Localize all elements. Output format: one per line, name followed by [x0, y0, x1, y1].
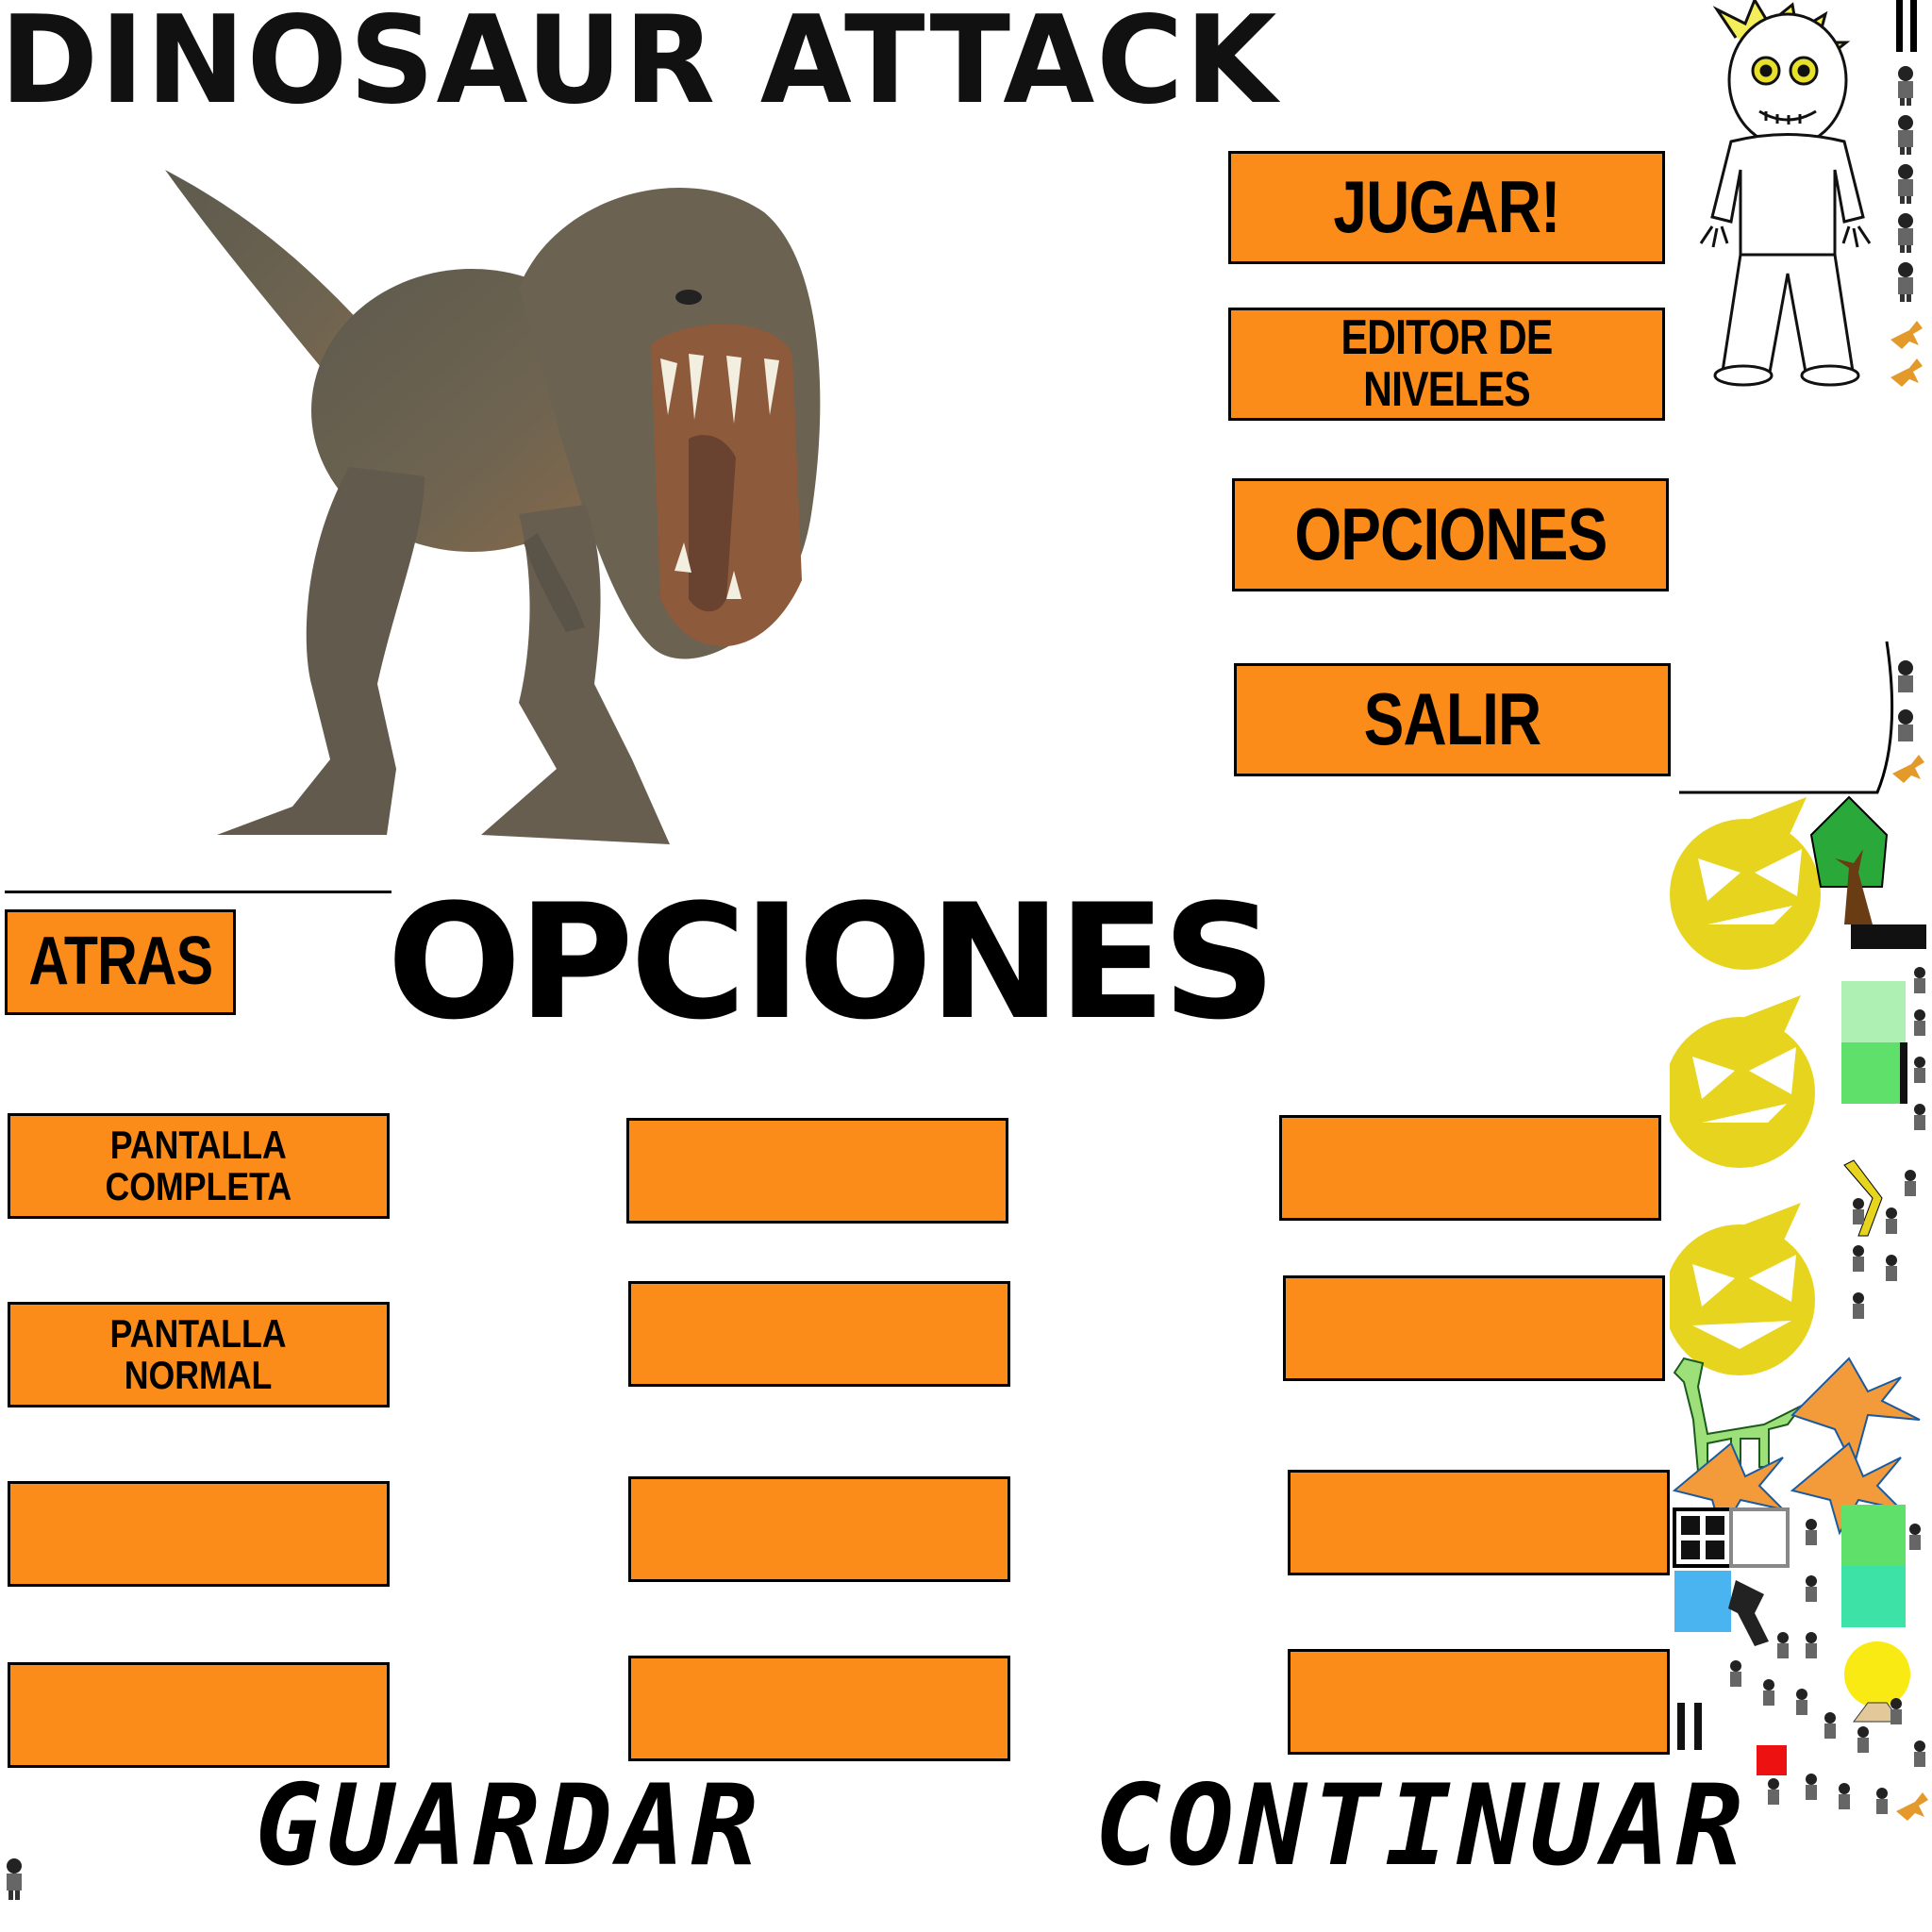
exit-button-label: SALIR — [1363, 677, 1542, 761]
pause-icon — [1910, 0, 1917, 52]
normal-line1: PANTALLA — [109, 1310, 288, 1356]
option-slot-button[interactable] — [1288, 1470, 1670, 1575]
level-editor-button[interactable]: EDITOR DE NIVELES — [1228, 308, 1665, 421]
play-button-label: JUGAR! — [1333, 165, 1560, 249]
normal-screen-button[interactable]: PANTALLA NORMAL — [8, 1302, 390, 1407]
game-title: DINOSAUR ATTACK — [0, 0, 1279, 131]
fullscreen-line1: PANTALLA — [109, 1122, 288, 1167]
red-block-icon — [1757, 1745, 1787, 1775]
exit-button[interactable]: SALIR — [1234, 663, 1671, 776]
section-divider — [5, 891, 391, 893]
grass-tile-icon — [1841, 981, 1907, 1104]
level-editor-button-label: EDITOR DE NIVELES — [1341, 310, 1553, 417]
fullscreen-button-label: PANTALLA COMPLETA — [106, 1124, 292, 1208]
option-slot-button[interactable] — [1279, 1115, 1661, 1221]
pause-icon — [1677, 1703, 1685, 1750]
angry-sun-icon — [1670, 995, 1815, 1168]
normal-line2: NORMAL — [125, 1353, 273, 1397]
play-button[interactable]: JUGAR! — [1228, 151, 1665, 264]
option-slot-button[interactable] — [628, 1476, 1010, 1582]
option-slot-button[interactable] — [626, 1118, 1008, 1224]
back-button-label: ATRAS — [28, 924, 213, 1000]
pause-icon — [1896, 0, 1903, 52]
option-slot-button[interactable] — [1283, 1275, 1665, 1381]
option-slot-button[interactable] — [628, 1281, 1010, 1387]
tree-icon — [1809, 795, 1926, 949]
water-tile-icon — [1674, 1571, 1731, 1632]
trex-image — [165, 170, 821, 844]
angry-sun-icon — [1670, 1203, 1815, 1375]
pistol-icon — [1728, 1580, 1769, 1646]
option-slot-button[interactable] — [8, 1662, 390, 1768]
soldier-icon — [1890, 66, 1923, 387]
pause-icon — [1694, 1703, 1702, 1750]
sprite-sheet — [1670, 795, 1928, 1821]
fullscreen-button[interactable]: PANTALLA COMPLETA — [8, 1113, 390, 1219]
divider-curve — [1679, 641, 1924, 794]
option-slot-button[interactable] — [8, 1481, 390, 1587]
continue-button[interactable]: CONTINUAR — [1094, 1769, 1748, 1882]
soldier-icon — [7, 1858, 22, 1900]
back-button[interactable]: ATRAS — [5, 909, 236, 1015]
option-slot-button[interactable] — [1288, 1649, 1670, 1755]
save-button[interactable]: GUARDAR — [255, 1769, 763, 1882]
window-icon — [1673, 1507, 1790, 1568]
options-heading: OPCIONES — [387, 870, 1276, 1055]
angry-sun-icon — [1670, 797, 1821, 970]
option-slot-button[interactable] — [628, 1656, 1010, 1761]
fullscreen-line2: COMPLETA — [105, 1164, 292, 1208]
brontosaurus-icon — [1673, 1357, 1803, 1473]
options-button[interactable]: OPCIONES — [1232, 478, 1669, 591]
character-sprite — [1699, 0, 1872, 387]
options-button-label: OPCIONES — [1293, 492, 1607, 576]
normal-screen-button-label: PANTALLA NORMAL — [109, 1310, 288, 1397]
grass-tile-icon — [1841, 1566, 1906, 1627]
grass-tile-icon — [1841, 1505, 1906, 1566]
